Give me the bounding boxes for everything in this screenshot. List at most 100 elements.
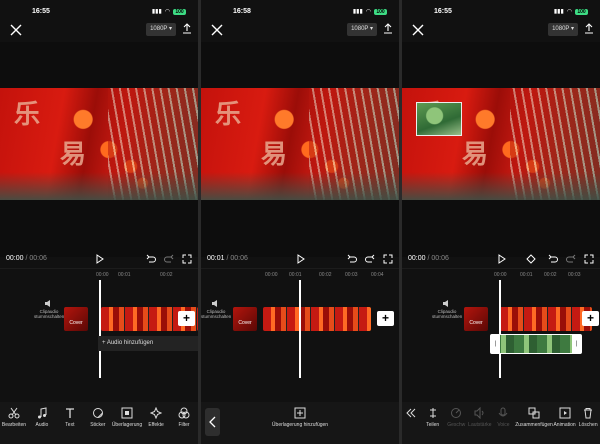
battery-icon: 100 [173,8,186,15]
export-icon[interactable] [383,23,393,35]
resolution-button[interactable]: 1080P ▾ [548,23,578,36]
timecode: 00:01 / 00:06 [207,255,248,262]
sign-glyph: 易 [60,140,87,170]
redo-icon[interactable] [365,254,375,264]
cover-button[interactable]: Cover [233,307,257,331]
overlay-preview[interactable] [416,102,462,136]
editor-panel-2: 16:58 ▮▮▮ ◠ 100 1080P ▾ 乐 易 00:01 / 00:0… [201,0,399,444]
video-clip[interactable] [263,307,371,331]
battery-icon: 100 [575,8,588,15]
cover-button[interactable]: Cover [64,307,88,331]
playhead[interactable] [299,280,301,378]
undo-icon[interactable] [146,254,156,264]
export-icon[interactable] [182,23,192,35]
signal-icon: ▮▮▮ [553,9,564,15]
overlay-toolbar: Überlagerung hinzufügen [201,402,399,444]
video-preview[interactable]: 乐 易 [201,88,399,200]
tool-overlay[interactable]: Überlagerung [112,402,142,444]
signal-icon: ▮▮▮ [151,9,162,15]
status-bar: 16:58 ▮▮▮ ◠ 100 [201,0,399,20]
status-time: 16:55 [32,8,50,15]
battery-icon: 100 [374,8,387,15]
mute-clip-audio-button[interactable]: Clipaudio stummschalten [34,300,64,320]
undo-icon[interactable] [548,254,558,264]
tool-audio[interactable]: Audio [28,402,56,444]
sticker-icon [92,408,103,418]
fullscreen-icon[interactable] [584,254,594,264]
playhead[interactable] [499,280,501,378]
tool-edit[interactable]: Bearbeiten [0,402,28,444]
tool-voice: Voice [492,402,516,444]
keyframe-icon[interactable] [526,254,536,264]
preview-area: 乐 易 [0,42,198,257]
resolution-button[interactable]: 1080P ▾ [146,23,176,36]
tool-split[interactable]: Teilen [421,402,445,444]
tool-delete[interactable]: Löschen [576,402,600,444]
add-clip-button[interactable]: + [178,311,195,326]
double-chevron-left-icon [406,408,416,418]
tool-filter[interactable]: Filter [170,402,198,444]
scissors-icon [8,407,20,419]
mute-clip-audio-button[interactable]: Clipaudio stummschalten [432,300,462,320]
close-icon[interactable] [10,24,22,36]
redo-icon [164,254,174,263]
close-icon[interactable] [412,24,424,36]
resolution-button[interactable]: 1080P ▾ [347,23,377,36]
text-icon [65,408,74,418]
status-bar: 16:55 ▮▮▮ ◠ 100 [402,0,600,20]
status-icons: ▮▮▮ ◠ 100 [152,8,186,15]
close-icon[interactable] [211,24,223,36]
sign-glyph: 乐 [215,100,242,130]
main-toolbar: Bearbeiten Audio Text Sticker Überlageru… [0,402,198,444]
wifi-icon: ◠ [566,9,572,15]
editor-panel-3: 16:55 ▮▮▮ ◠ 100 1080P ▾ 乐 易 00:00 / 00:0… [402,0,600,444]
volume-icon [474,407,484,419]
sparkle-icon [150,407,163,419]
back-button[interactable] [205,408,220,436]
export-icon[interactable] [584,23,594,35]
add-audio-button[interactable]: + Audio hinzufügen [98,336,198,351]
tool-speed: Geschw [444,402,468,444]
add-overlay-button[interactable]: Überlagerung hinzufügen [201,402,399,444]
speed-icon [451,408,462,418]
tool-volume: Lautstärke [468,402,492,444]
fullscreen-icon[interactable] [383,254,393,264]
time-ruler: 00:00 00:01 00:02 00:03 00:04 [201,268,399,280]
wifi-icon: ◠ [164,9,170,15]
mute-clip-audio-button[interactable]: Clipaudio stummschalten [201,300,231,320]
overlay-trim-handle-right[interactable]: | [572,335,581,353]
tool-text[interactable]: Text [56,402,84,444]
play-icon[interactable] [498,254,506,264]
tool-effects[interactable]: Effekte [142,402,170,444]
wifi-icon: ◠ [365,9,371,15]
undo-icon[interactable] [347,254,357,264]
collapse-button[interactable] [402,402,421,444]
add-overlay-icon [294,407,306,419]
play-icon[interactable] [297,254,305,264]
filter-icon [178,407,190,419]
overlay-edit-toolbar: Teilen Geschw Lautstärke Voice Zusammenf… [402,402,600,444]
video-preview[interactable]: 乐 易 [0,88,198,200]
editor-panel-1: 16:55 ▮▮▮ ◠ 100 1080P ▾ 乐 易 00:00 / 00:0… [0,0,198,444]
tool-animation[interactable]: Animation [553,402,577,444]
cover-button[interactable]: Cover [464,307,488,331]
timecode: 00:00 / 00:06 [408,255,449,262]
add-clip-button[interactable]: + [582,311,599,326]
merge-icon [528,407,540,419]
video-clip[interactable] [500,307,592,331]
overlay-clip[interactable]: | | [490,334,582,354]
overlay-trim-handle-left[interactable]: | [491,335,500,353]
trash-icon [584,408,593,419]
tool-sticker[interactable]: Sticker [84,402,112,444]
add-clip-button[interactable]: + [377,311,394,326]
tool-merge[interactable]: Zusammenfügen [515,402,553,444]
status-time: 16:55 [434,8,452,15]
time-ruler: 00:00 00:01 00:02 [0,268,198,280]
sign-glyph: 乐 [14,100,41,130]
preview-area: 乐 易 [201,42,399,257]
playhead[interactable] [99,280,101,378]
status-time: 16:58 [233,8,251,15]
play-icon[interactable] [96,254,104,264]
fullscreen-icon[interactable] [182,254,192,264]
overlay-icon [121,407,133,419]
